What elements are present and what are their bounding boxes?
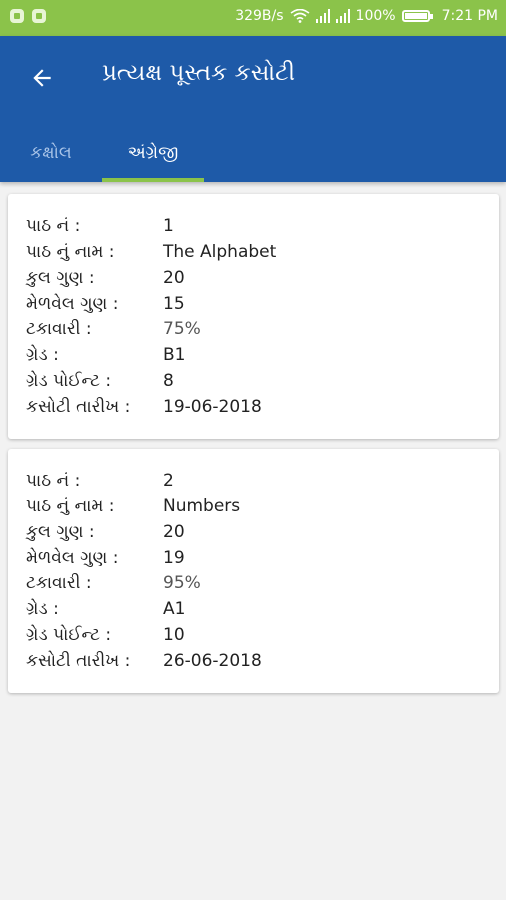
tab-indicator — [102, 178, 204, 182]
battery-icon — [401, 10, 433, 22]
notification-icons — [10, 9, 46, 23]
battery-percent: 100% — [355, 8, 396, 24]
tab-bar: કક્ષોલ અંગ્રેજી — [0, 124, 506, 182]
lesson-name-label: પાઠ નું નામ : — [26, 242, 115, 262]
obtained-marks-value: 19 — [163, 548, 185, 568]
result-card: પાઠ નં : 1 પાઠ નું નામ : The Alphabet કુ… — [8, 194, 499, 439]
total-marks-label: કુલ ગુણ : — [26, 522, 95, 542]
obtained-marks-label: મેળવેલ ગુણ : — [26, 548, 119, 568]
lesson-no-value: 2 — [163, 471, 174, 491]
status-right: 329B/s 100% 7:21 PM — [235, 8, 498, 24]
obtained-marks-value: 15 — [163, 294, 185, 314]
page-title: પ્રત્યક્ષ પૂસ્તક કસોટી — [102, 60, 296, 86]
total-marks-value: 20 — [163, 268, 185, 288]
grade-value: B1 — [163, 345, 186, 365]
tab-english[interactable]: અંગ્રેજી — [102, 124, 204, 182]
lesson-name-value: The Alphabet — [163, 242, 277, 262]
notification-icon — [10, 9, 24, 23]
back-button[interactable] — [22, 58, 62, 98]
status-bar: 329B/s 100% 7:21 PM — [0, 0, 506, 36]
grade-point-label: ગ્રેડ પોઈન્ટ : — [26, 625, 112, 645]
app-bar: પ્રત્યક્ષ પૂસ્તક કસોટી કક્ષોલ અંગ્રેજી — [0, 36, 506, 182]
test-date-label: કસોટી તારીખ : — [26, 397, 131, 417]
grade-point-value: 8 — [163, 371, 174, 391]
grade-point-label: ગ્રેડ પોઈન્ટ : — [26, 371, 112, 391]
arrow-left-icon — [33, 69, 51, 87]
lesson-name-value: Numbers — [163, 496, 241, 516]
test-date-value: 19-06-2018 — [163, 397, 262, 417]
total-marks-value: 20 — [163, 522, 185, 542]
obtained-marks-label: મેળવેલ ગુણ : — [26, 294, 119, 314]
grade-value: A1 — [163, 599, 186, 619]
total-marks-label: કુલ ગુણ : — [26, 268, 95, 288]
signal-icon — [315, 9, 330, 23]
network-speed: 329B/s — [235, 8, 284, 24]
wifi-icon — [290, 9, 310, 23]
app-icon — [32, 9, 46, 23]
lesson-no-label: પાઠ નં : — [26, 216, 81, 236]
clock: 7:21 PM — [441, 8, 498, 24]
percentage-label: ટકાવારી : — [26, 319, 92, 339]
test-date-label: કસોટી તારીખ : — [26, 651, 131, 671]
grade-label: ગ્રેડ : — [26, 345, 59, 365]
lesson-name-label: પાઠ નું નામ : — [26, 496, 115, 516]
grade-point-value: 10 — [163, 625, 185, 645]
signal-icon — [335, 9, 350, 23]
result-card: પાઠ નં : 2 પાઠ નું નામ : Numbers કુલ ગુણ… — [8, 449, 499, 693]
grade-label: ગ્રેડ : — [26, 599, 59, 619]
lesson-no-value: 1 — [163, 216, 174, 236]
percentage-value: 95% — [163, 573, 201, 593]
lesson-no-label: પાઠ નં : — [26, 471, 81, 491]
percentage-value: 75% — [163, 319, 201, 339]
tab-kakshol[interactable]: કક્ષોલ — [0, 124, 102, 182]
percentage-label: ટકાવારી : — [26, 573, 92, 593]
test-date-value: 26-06-2018 — [163, 651, 262, 671]
